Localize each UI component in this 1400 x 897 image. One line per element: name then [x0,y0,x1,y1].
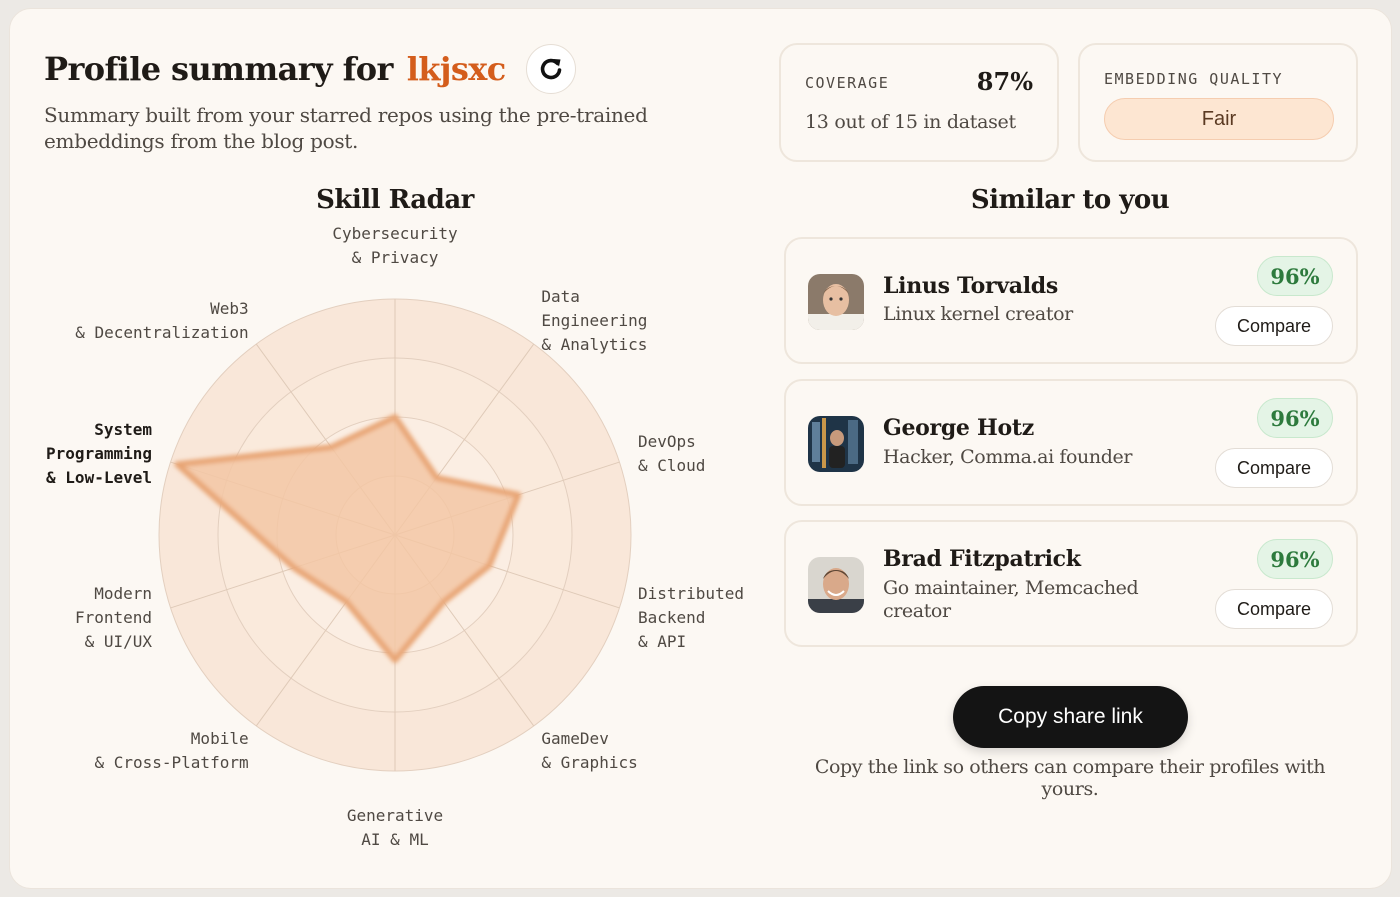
axis-label: GameDev & Graphics [541,729,637,772]
similar-person-card: George Hotz Hacker, Comma.ai founder 96%… [784,379,1358,506]
avatar [808,416,864,472]
compare-button[interactable]: Compare [1215,448,1333,488]
axis-label: Web3 & Decentralization [75,299,248,342]
copy-share-link-button[interactable]: Copy share link [953,686,1188,748]
axis-label: System Programming & Low-Level [46,420,152,487]
person-name: George Hotz [883,415,1034,441]
skill-radar-chart: Cybersecurity & Privacy Data Engineering & A… [46,224,744,849]
axis-label: DevOps & Cloud [638,432,705,475]
embedding-quality-label: EMBEDDING QUALITY [1104,70,1284,88]
compare-button[interactable]: Compare [1215,306,1333,346]
axis-label: Data Engineering & Analytics [541,287,647,354]
person-description: Go maintainer, Memcached creator [883,577,1139,622]
match-badge: 96% [1257,256,1333,296]
avatar [808,274,864,330]
avatar [808,557,864,613]
axis-label: Modern Frontend & UI/UX [75,584,152,651]
match-badge: 96% [1257,398,1333,438]
similar-title: Similar to you [970,185,1170,215]
share-hint: Copy the link so others can compare thei… [814,756,1326,800]
embedding-quality-card: EMBEDDING QUALITY Fair [1078,43,1358,162]
similar-person-card: Brad Fitzpatrick Go maintainer, Memcache… [784,520,1358,647]
person-description: Linux kernel creator [883,303,1073,325]
axis-label: Cybersecurity & Privacy [332,224,458,267]
coverage-card: COVERAGE 87% 13 out of 15 in dataset [779,43,1059,162]
compare-button[interactable]: Compare [1215,589,1333,629]
axis-label: Distributed Backend & API [638,584,744,651]
axis-label: Generative AI & ML [347,806,443,849]
coverage-label: COVERAGE [805,74,890,92]
embedding-quality-badge: Fair [1104,98,1334,140]
match-badge: 96% [1257,539,1333,579]
coverage-detail: 13 out of 15 in dataset [805,111,1016,133]
person-name: Linus Torvalds [883,273,1058,299]
axis-label: Mobile & Cross-Platform [94,729,248,772]
coverage-value: 87% [976,67,1033,96]
similar-person-card: Linus Torvalds Linux kernel creator 96% … [784,237,1358,364]
person-description: Hacker, Comma.ai founder [883,446,1133,468]
person-name: Brad Fitzpatrick [883,546,1081,572]
